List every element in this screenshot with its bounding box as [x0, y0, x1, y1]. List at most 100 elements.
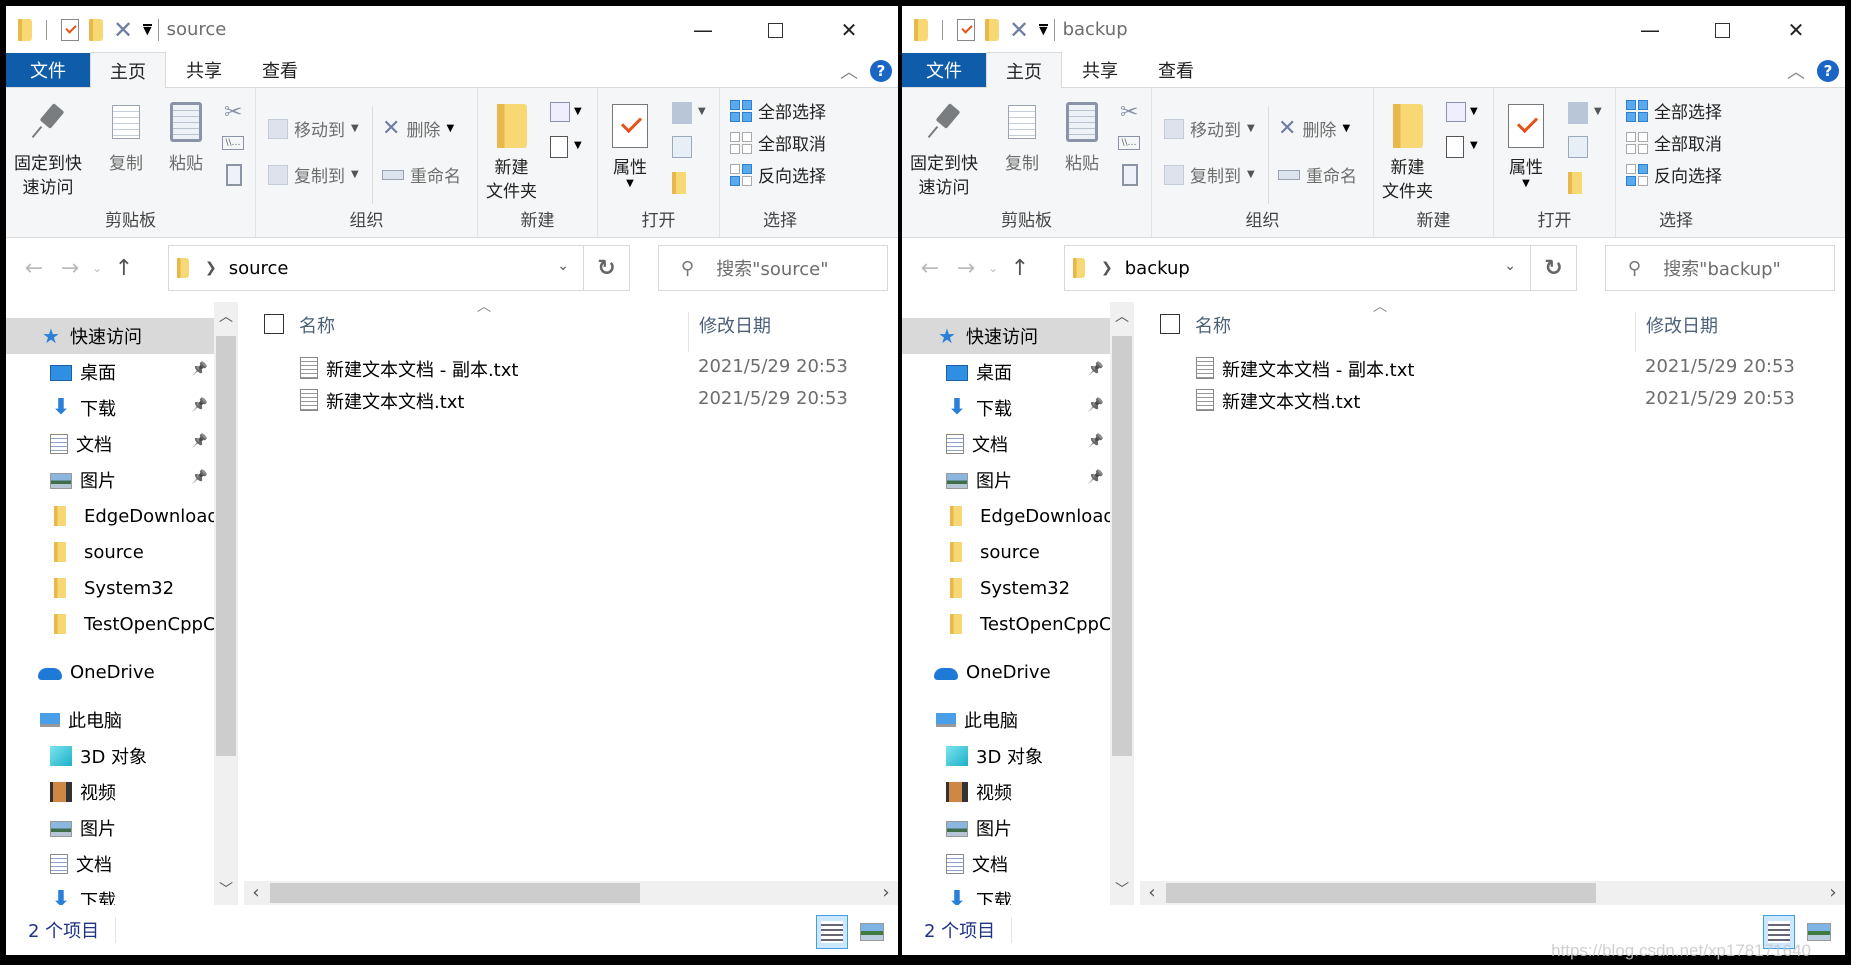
up-button[interactable]: ↑ [1002, 256, 1038, 281]
scroll-up-icon[interactable]: ︿ [214, 302, 238, 332]
sidebar-item-pc[interactable]: 3D 对象 [902, 738, 1110, 774]
help-icon[interactable]: ? [870, 60, 892, 82]
scroll-left-icon[interactable]: ‹ [244, 881, 268, 905]
copy-to-button[interactable]: 复制到 ▼ [1164, 162, 1255, 187]
sidebar-item-quick-access[interactable]: ★ 快速访问 [6, 318, 214, 354]
customize-toolbar-icon[interactable]: ▼ [1039, 24, 1048, 36]
invert-selection-button[interactable]: 反向选择 [1626, 162, 1722, 187]
tab-home[interactable]: 主页 [90, 52, 166, 88]
copy-button[interactable]: 复制 [1002, 98, 1042, 176]
address-bar[interactable]: ❯ backup ⌄ ↻ [1064, 245, 1577, 291]
sidebar-item-this-pc[interactable]: 此电脑 [6, 702, 214, 738]
open-icon[interactable] [672, 102, 692, 124]
sidebar-item-pc[interactable]: ⬇ 下载 [6, 882, 214, 906]
new-item-icon[interactable] [1446, 102, 1466, 122]
rename-button[interactable]: 重命名 [382, 162, 461, 187]
scroll-right-icon[interactable]: › [1821, 881, 1845, 905]
delete-icon[interactable]: ✕ [113, 18, 133, 42]
sidebar-item-pinned[interactable]: ⬇ 下载 📌 [6, 390, 214, 426]
sidebar-item-folder[interactable]: EdgeDownload [902, 498, 1110, 534]
column-header-name[interactable]: 名称 [1195, 312, 1231, 338]
paste-shortcut-icon[interactable] [226, 164, 242, 186]
sidebar-item-pc[interactable]: 文档 [6, 846, 214, 882]
sidebar-item-pc[interactable]: 图片 [6, 810, 214, 846]
rename-button[interactable]: 重命名 [1278, 162, 1357, 187]
sidebar-item-onedrive[interactable]: OneDrive [902, 654, 1110, 690]
recent-locations-button[interactable]: ⌄ [88, 261, 106, 275]
sidebar-item-folder[interactable]: System32 [6, 570, 214, 606]
back-button[interactable]: ← [16, 256, 52, 281]
column-header-date[interactable]: 修改日期 [1635, 312, 1718, 352]
sidebar-item-folder[interactable]: source [902, 534, 1110, 570]
sidebar-item-folder[interactable]: source [6, 534, 214, 570]
file-row[interactable]: 新建文本文档 - 副本.txt 2021/5/29 20:53 [1140, 352, 1845, 384]
new-folder-icon[interactable] [89, 19, 103, 41]
select-none-button[interactable]: 全部取消 [730, 130, 826, 155]
address-dropdown-icon[interactable]: ⌄ [557, 258, 569, 274]
breadcrumb-item[interactable]: backup [1125, 258, 1190, 279]
customize-toolbar-icon[interactable]: ▼ [143, 24, 152, 36]
sidebar-item-pc[interactable]: 视频 [902, 774, 1110, 810]
sidebar-item-pinned[interactable]: 桌面 📌 [902, 354, 1110, 390]
horizontal-scrollbar[interactable]: ‹ › [1140, 881, 1845, 905]
close-button[interactable]: ✕ [1761, 6, 1831, 54]
select-all-button[interactable]: 全部选择 [1626, 98, 1722, 123]
collapse-ribbon-icon[interactable]: ︿ [1787, 58, 1805, 84]
tab-view[interactable]: 查看 [1138, 53, 1214, 87]
sidebar-item-pc[interactable]: 3D 对象 [6, 738, 214, 774]
breadcrumb-item[interactable]: source [229, 258, 289, 279]
tab-home[interactable]: 主页 [986, 52, 1062, 88]
new-item-icon[interactable] [550, 102, 570, 122]
forward-button[interactable]: → [52, 256, 88, 281]
horizontal-scrollbar[interactable]: ‹ › [244, 881, 898, 905]
sidebar-item-folder[interactable]: EdgeDownload [6, 498, 214, 534]
tab-share[interactable]: 共享 [1062, 53, 1138, 87]
sidebar-item-onedrive[interactable]: OneDrive [6, 654, 214, 690]
properties-icon[interactable] [61, 19, 79, 41]
delete-button[interactable]: ✕ 删除 ▼ [1278, 116, 1350, 141]
collapse-ribbon-icon[interactable]: ︿ [840, 58, 858, 84]
select-none-button[interactable]: 全部取消 [1626, 130, 1722, 155]
new-folder-button[interactable]: 新建 文件夹 [486, 102, 537, 204]
properties-button[interactable]: 属性 ▼ [610, 102, 650, 189]
paste-shortcut-icon[interactable] [1122, 164, 1138, 186]
up-button[interactable]: ↑ [106, 256, 142, 281]
move-to-button[interactable]: 移动到 ▼ [1164, 116, 1255, 141]
sidebar-item-this-pc[interactable]: 此电脑 [902, 702, 1110, 738]
sidebar-item-pc[interactable]: 图片 [902, 810, 1110, 846]
minimize-button[interactable]: — [1615, 6, 1685, 54]
new-folder-button[interactable]: 新建 文件夹 [1382, 102, 1433, 204]
breadcrumb-chevron-icon[interactable]: ❯ [1101, 260, 1113, 276]
maximize-button[interactable] [1687, 6, 1757, 54]
navigation-pane-scrollbar[interactable]: ︿ ﹀ [214, 302, 238, 905]
details-view-button[interactable] [816, 915, 848, 949]
search-box[interactable]: ⚲ 搜索"backup" [1605, 245, 1835, 291]
tab-view[interactable]: 查看 [242, 53, 318, 87]
close-button[interactable]: ✕ [814, 6, 884, 54]
sidebar-item-folder[interactable]: TestOpenCppC [902, 606, 1110, 642]
search-input[interactable]: 搜索"backup" [1663, 255, 1781, 281]
scrollbar-thumb[interactable] [216, 336, 236, 756]
scroll-up-icon[interactable]: ︿ [1110, 302, 1134, 332]
cut-icon[interactable]: ✂ [1120, 100, 1138, 125]
scroll-down-icon[interactable]: ﹀ [1110, 875, 1134, 905]
select-all-checkbox[interactable] [264, 314, 284, 334]
sidebar-item-folder[interactable]: TestOpenCppC [6, 606, 214, 642]
pin-quick-access-button[interactable]: 固定到快 速访问 [910, 98, 978, 200]
column-header-name[interactable]: 名称 [299, 312, 335, 338]
sidebar-item-quick-access[interactable]: ★ 快速访问 [902, 318, 1110, 354]
recent-locations-button[interactable]: ⌄ [984, 261, 1002, 275]
refresh-button[interactable]: ↻ [583, 246, 629, 290]
scrollbar-thumb[interactable] [1112, 336, 1132, 756]
cut-icon[interactable]: ✂ [224, 100, 242, 125]
refresh-button[interactable]: ↻ [1530, 246, 1576, 290]
scroll-left-icon[interactable]: ‹ [1140, 881, 1164, 905]
file-row[interactable]: 新建文本文档 - 副本.txt 2021/5/29 20:53 [244, 352, 898, 384]
easy-access-icon[interactable] [550, 136, 568, 158]
help-icon[interactable]: ? [1817, 60, 1839, 82]
tab-share[interactable]: 共享 [166, 53, 242, 87]
easy-access-icon[interactable] [1446, 136, 1464, 158]
sidebar-item-pinned[interactable]: 图片 📌 [6, 462, 214, 498]
pin-quick-access-button[interactable]: 固定到快 速访问 [14, 98, 82, 200]
scroll-right-icon[interactable]: › [874, 881, 898, 905]
